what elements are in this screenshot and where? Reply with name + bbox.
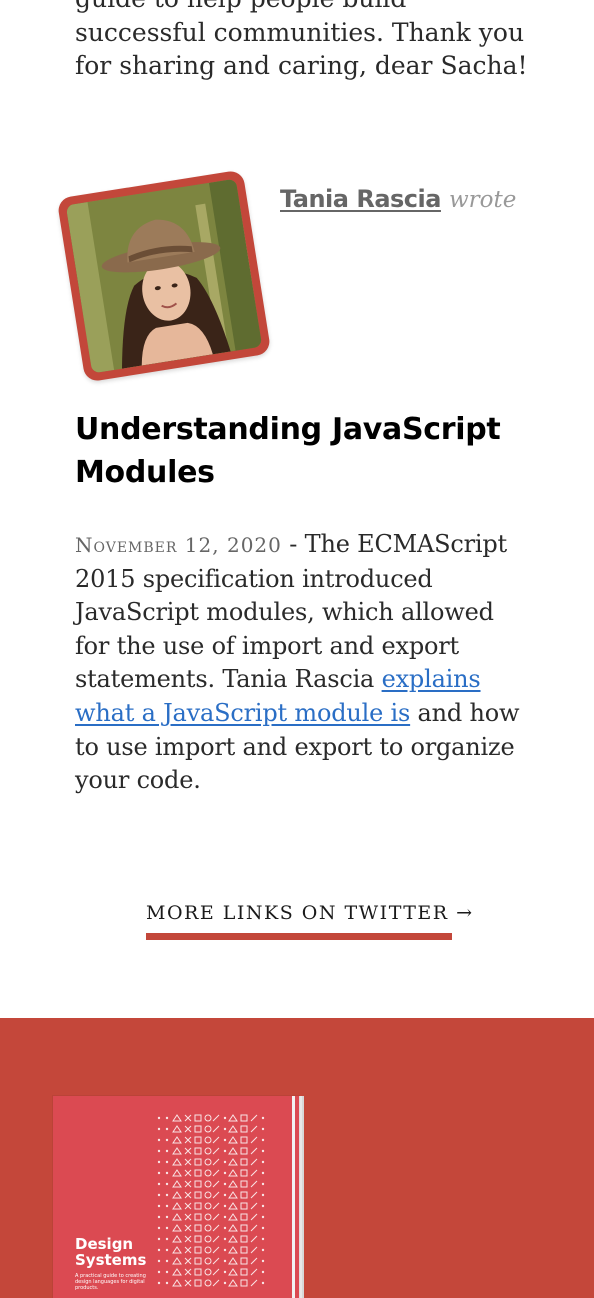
intro-text: guide to help people build successful co…: [75, 0, 528, 80]
post-title: Understanding JavaScript Modules: [75, 412, 501, 490]
portrait-image: [65, 178, 263, 374]
author-name-link[interactable]: Tania Rascia: [280, 185, 441, 213]
design-systems-book-cover[interactable]: Design Systems A practical guide to crea…: [53, 1096, 299, 1298]
date-separator: -: [281, 530, 305, 558]
author-line: Tania Rascia wrote: [280, 185, 516, 213]
post-date: November 12, 2020: [75, 533, 282, 557]
post-body: November 12, 2020 - The ECMAScript 2015 …: [75, 528, 530, 798]
book-pattern-graphic: [157, 1114, 265, 1287]
book-subtitle: A practical guide to creating design lan…: [75, 1273, 146, 1291]
author-avatar[interactable]: [56, 169, 272, 383]
more-links-label: MORE LINKS ON TWITTER →: [146, 902, 474, 924]
more-links-button[interactable]: MORE LINKS ON TWITTER →: [146, 898, 472, 942]
author-photo: [65, 178, 263, 374]
more-links-underline: [146, 933, 452, 940]
author-verb: wrote: [448, 187, 517, 213]
book-title: Design Systems: [75, 1235, 147, 1269]
book-page-edge: [292, 1096, 295, 1298]
footer-band: Design Systems A practical guide to crea…: [0, 1018, 594, 1298]
